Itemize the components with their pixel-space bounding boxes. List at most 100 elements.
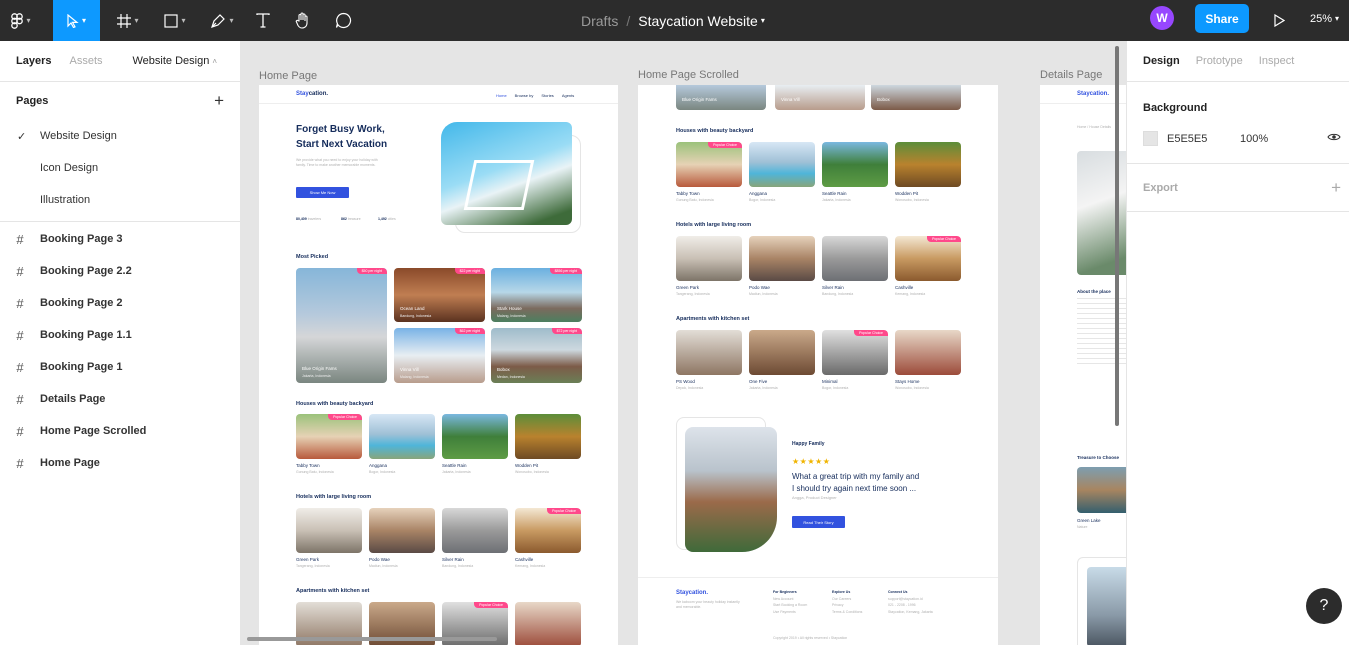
card-location: Kemang, Indonesia bbox=[515, 564, 546, 568]
details-breadcrumb: Home / House Details bbox=[1077, 125, 1112, 129]
card-title: Green Park bbox=[676, 285, 700, 290]
layer-item[interactable]: # Details Page bbox=[0, 383, 240, 415]
color-swatch[interactable] bbox=[1143, 131, 1158, 146]
layer-item[interactable]: # Home Page Scrolled bbox=[0, 415, 240, 447]
comment-tool-icon[interactable] bbox=[330, 0, 356, 41]
stat-label: travelers bbox=[307, 217, 322, 221]
quote-line: What a great trip with my family and bbox=[792, 472, 920, 481]
move-tool-icon[interactable]: ▾ bbox=[53, 0, 100, 41]
nav-item: Stories bbox=[541, 93, 554, 98]
footer-link: Start Booking a Room bbox=[773, 603, 808, 608]
zoom-value: 25% bbox=[1310, 12, 1333, 25]
tab-prototype[interactable]: Prototype bbox=[1196, 55, 1243, 67]
tab-design[interactable]: Design bbox=[1143, 55, 1180, 67]
bg-opacity-input[interactable]: 100% bbox=[1240, 133, 1268, 145]
card-apartment bbox=[895, 330, 961, 375]
layer-item[interactable]: # Booking Page 3 bbox=[0, 223, 240, 255]
card-house bbox=[515, 414, 581, 459]
tab-assets[interactable]: Assets bbox=[69, 55, 102, 67]
left-tabs: Layers Assets Website Design ˄ bbox=[0, 41, 240, 82]
frame-label-details[interactable]: Details Page bbox=[1040, 69, 1102, 81]
card-house bbox=[442, 414, 508, 459]
tab-inspect[interactable]: Inspect bbox=[1259, 55, 1294, 67]
present-play-icon[interactable] bbox=[1266, 0, 1292, 41]
horizontal-scrollbar[interactable] bbox=[247, 637, 497, 641]
page-item-icon-design[interactable]: Icon Design bbox=[0, 152, 240, 184]
section-houses: Houses with beauty backyard bbox=[676, 128, 754, 134]
section-apartments: Apartments with kitchen set bbox=[676, 316, 750, 322]
layer-item[interactable]: # Booking Page 1.1 bbox=[0, 319, 240, 351]
bg-hex-input[interactable]: E5E5E5 bbox=[1167, 133, 1240, 145]
figma-menu-icon[interactable]: ▾ bbox=[0, 0, 42, 41]
shape-tool-icon[interactable]: ▾ bbox=[155, 0, 195, 41]
card-location: Kemang, Indonesia bbox=[895, 292, 926, 296]
card-title: Bobox bbox=[497, 367, 510, 372]
treasure-card bbox=[1077, 467, 1126, 513]
layer-label: Home Page Scrolled bbox=[40, 425, 147, 437]
testimonial-title: Happy Family bbox=[792, 441, 825, 447]
card-location: Wonosobo, Indonesia bbox=[895, 198, 929, 202]
breadcrumb-drafts[interactable]: Drafts bbox=[581, 13, 618, 29]
page-select-label: Website Design bbox=[132, 55, 210, 67]
card-house bbox=[369, 414, 435, 459]
avatar[interactable]: W bbox=[1150, 6, 1174, 30]
hand-tool-icon[interactable] bbox=[290, 0, 316, 41]
card-title: Anggana bbox=[369, 463, 388, 468]
canvas[interactable]: Home Page Home Page Scrolled Details Pag… bbox=[241, 41, 1126, 645]
page-item-illustration[interactable]: Illustration bbox=[0, 184, 240, 216]
zoom-level[interactable]: 25% ▾ bbox=[1310, 0, 1339, 37]
card-apartment bbox=[676, 330, 742, 375]
card-location: Bandung, Indonesia bbox=[442, 564, 474, 568]
frame-label-scrolled[interactable]: Home Page Scrolled bbox=[638, 69, 739, 81]
nav-item: Agents bbox=[561, 93, 575, 98]
card-most-picked: $50 per night Blue Origin Fams Jakarta, … bbox=[296, 268, 387, 383]
layer-label: Home Page bbox=[40, 457, 100, 469]
copyright: Copyright 2019 • All rights reserved • S… bbox=[773, 636, 848, 640]
card-title: Podo Wae bbox=[369, 557, 390, 562]
card-apartment: Popular Choice bbox=[822, 330, 888, 375]
frame-home-page[interactable]: Staycation. Home Browse by Stories Agent… bbox=[259, 85, 618, 645]
export-title: Export bbox=[1143, 181, 1178, 194]
quote-line: I should try again next time soon ... bbox=[792, 484, 917, 493]
card-hotel bbox=[676, 236, 742, 281]
frame-icon: # bbox=[16, 263, 24, 279]
share-button[interactable]: Share bbox=[1195, 4, 1249, 33]
frame-icon: # bbox=[16, 231, 24, 247]
frame-tool-icon[interactable]: ▾ bbox=[108, 0, 148, 41]
card-title: Seattle Rain bbox=[822, 191, 847, 196]
chevron-down-icon[interactable]: ▾ bbox=[761, 16, 765, 25]
layer-item[interactable]: # Booking Page 1 bbox=[0, 351, 240, 383]
breadcrumb: Drafts / Staycation Website ▾ bbox=[581, 0, 765, 41]
text-tool-icon[interactable] bbox=[250, 0, 276, 41]
add-export-icon[interactable]: + bbox=[1331, 178, 1341, 198]
tab-layers[interactable]: Layers bbox=[16, 55, 51, 67]
eye-icon[interactable] bbox=[1327, 132, 1341, 145]
card-house bbox=[749, 142, 815, 187]
section-apartments: Apartments with kitchen set bbox=[296, 588, 370, 594]
layer-item[interactable]: # Booking Page 2.2 bbox=[0, 255, 240, 287]
stat-num: 862 bbox=[341, 217, 347, 221]
card-title: Vinna Vill bbox=[781, 97, 800, 102]
card-location: Depok, Indonesia bbox=[676, 386, 704, 390]
section-hotels: Hotels with large living room bbox=[296, 494, 372, 500]
card-location: Tangerang, Indonesia bbox=[676, 292, 710, 296]
frame-label-home[interactable]: Home Page bbox=[259, 70, 317, 82]
frame-details-page[interactable]: Staycation. Home / House Details About t… bbox=[1040, 85, 1126, 645]
card-house bbox=[822, 142, 888, 187]
card-title: Ocean Land bbox=[400, 306, 425, 311]
layer-item[interactable]: # Home Page bbox=[0, 447, 240, 479]
vertical-scrollbar[interactable] bbox=[1115, 46, 1119, 426]
pen-tool-icon[interactable]: ▾ bbox=[202, 0, 242, 41]
background-section: Background E5E5E5 100% bbox=[1127, 82, 1349, 164]
help-button[interactable]: ? bbox=[1306, 588, 1342, 624]
add-page-icon[interactable]: + bbox=[214, 91, 224, 111]
frame-home-page-scrolled[interactable]: Blue Origin Fams Vinna Vill Bobox Houses… bbox=[638, 85, 998, 645]
layer-item[interactable]: # Booking Page 2 bbox=[0, 287, 240, 319]
page-item-website-design[interactable]: ✓ Website Design bbox=[0, 120, 240, 152]
file-name[interactable]: Staycation Website bbox=[638, 13, 758, 29]
hero-house-shape bbox=[463, 160, 535, 210]
price-badge: $62 per night bbox=[454, 328, 485, 334]
details-treasure-title: Treasure to Choose bbox=[1077, 455, 1120, 460]
page-select[interactable]: Website Design ˄ bbox=[133, 55, 218, 67]
footer-col-connect: Connect Us support@staycation.id 021 - 2… bbox=[888, 589, 933, 616]
